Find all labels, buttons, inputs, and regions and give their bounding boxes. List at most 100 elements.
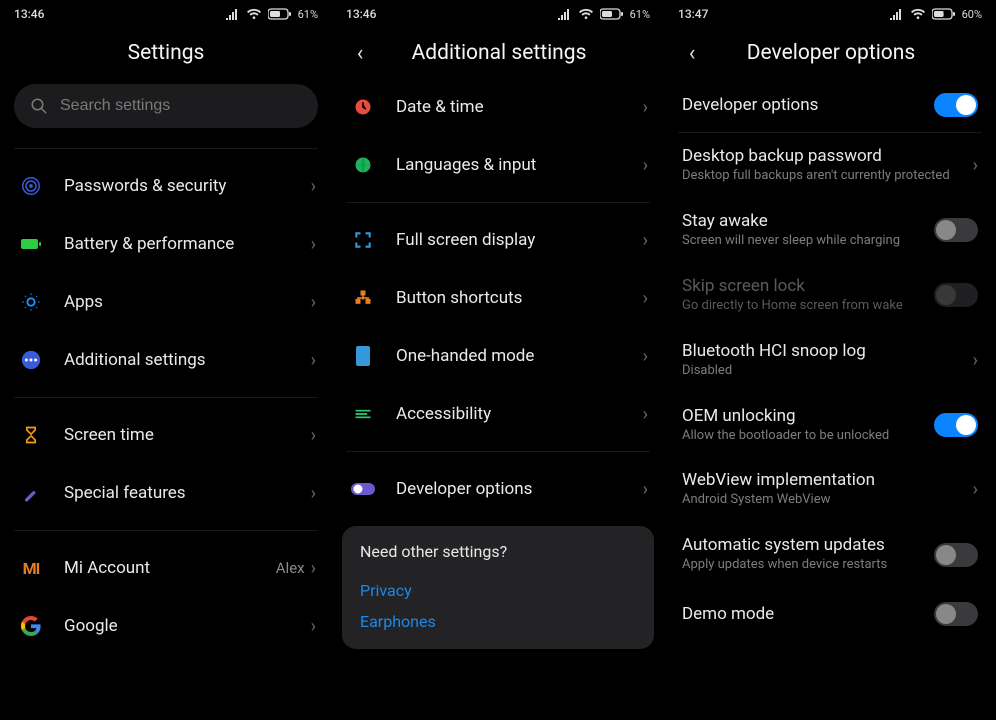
- item-stay-awake[interactable]: Stay awake Screen will never sleep while…: [664, 198, 996, 263]
- need-other-settings-card: Need other settings? Privacy Earphones: [342, 526, 654, 649]
- item-label: Battery & performance: [64, 234, 311, 254]
- status-bar: 13:47 60%: [664, 0, 996, 28]
- item-label: Additional settings: [64, 350, 311, 370]
- item-screen-time[interactable]: Screen time ›: [0, 406, 332, 464]
- item-label: Passwords & security: [64, 176, 311, 196]
- item-label: WebView implementation: [682, 470, 963, 490]
- item-auto-updates[interactable]: Automatic system updates Apply updates w…: [664, 522, 996, 587]
- item-label: Demo mode: [682, 604, 924, 624]
- item-demo-mode[interactable]: Demo mode: [664, 587, 996, 641]
- battery-icon: [16, 229, 46, 259]
- item-label: Developer options: [682, 95, 924, 115]
- chevron-right-icon: ›: [311, 425, 316, 446]
- chevron-right-icon: ›: [643, 346, 648, 367]
- search-field[interactable]: [14, 84, 318, 128]
- divider: [346, 451, 650, 452]
- status-indicators: 61%: [558, 8, 650, 21]
- search-input[interactable]: [60, 97, 302, 115]
- divider: [14, 148, 318, 149]
- item-label: Google: [64, 616, 311, 636]
- item-developer-options[interactable]: Developer options ›: [332, 460, 664, 518]
- divider: [14, 530, 318, 531]
- item-oem-unlocking[interactable]: OEM unlocking Allow the bootloader to be…: [664, 393, 996, 458]
- pane-developer-options: 13:47 60% ‹ Developer options Developer …: [664, 0, 996, 720]
- page-title: Developer options: [680, 41, 982, 65]
- item-button-shortcuts[interactable]: Button shortcuts ›: [332, 269, 664, 327]
- card-link-privacy[interactable]: Privacy: [360, 575, 636, 606]
- item-label: OEM unlocking: [682, 406, 924, 426]
- shield-icon: [16, 171, 46, 201]
- item-label: Apps: [64, 292, 311, 312]
- chevron-right-icon: ›: [311, 616, 316, 637]
- settings-list: Passwords & security › Battery & perform…: [0, 140, 332, 720]
- item-full-screen-display[interactable]: Full screen display ›: [332, 211, 664, 269]
- chevron-right-icon: ›: [643, 97, 648, 118]
- chevron-right-icon: ›: [311, 483, 316, 504]
- item-apps[interactable]: Apps ›: [0, 273, 332, 331]
- status-time: 13:46: [346, 7, 376, 21]
- toggle-stay-awake[interactable]: [934, 218, 978, 242]
- more-icon: [16, 345, 46, 375]
- item-label: Accessibility: [396, 404, 643, 424]
- item-sub: Apply updates when device restarts: [682, 557, 924, 574]
- item-google[interactable]: Google ›: [0, 597, 332, 655]
- page-title: Settings: [14, 41, 318, 65]
- item-webview-impl[interactable]: WebView implementation Android System We…: [664, 457, 996, 522]
- page-title: Additional settings: [348, 41, 650, 65]
- signal-icon: [226, 8, 240, 20]
- item-sub: Disabled: [682, 363, 963, 380]
- card-link-earphones[interactable]: Earphones: [360, 606, 636, 637]
- toggle-auto-updates[interactable]: [934, 543, 978, 567]
- item-bluetooth-hci[interactable]: Bluetooth HCI snoop log Disabled ›: [664, 328, 996, 393]
- wifi-icon: [578, 8, 594, 20]
- item-desktop-backup[interactable]: Desktop backup password Desktop full bac…: [664, 133, 996, 198]
- item-passwords-security[interactable]: Passwords & security ›: [0, 157, 332, 215]
- item-skip-screen-lock: Skip screen lock Go directly to Home scr…: [664, 263, 996, 328]
- wand-icon: [16, 478, 46, 508]
- item-label: Date & time: [396, 97, 643, 117]
- status-bar: 13:46 61%: [332, 0, 664, 28]
- item-additional-settings[interactable]: Additional settings ›: [0, 331, 332, 389]
- toggle-devopts[interactable]: [934, 93, 978, 117]
- pane-header: ‹ Additional settings: [332, 28, 664, 78]
- item-label: One-handed mode: [396, 346, 643, 366]
- devopts-list: Developer options Desktop backup passwor…: [664, 78, 996, 720]
- item-languages-input[interactable]: Languages & input ›: [332, 136, 664, 194]
- chevron-right-icon: ›: [643, 230, 648, 251]
- chevron-right-icon: ›: [973, 479, 978, 500]
- chevron-right-icon: ›: [643, 288, 648, 309]
- battery-icon: [268, 8, 292, 20]
- item-label: Stay awake: [682, 211, 924, 231]
- globe-icon: [348, 150, 378, 180]
- item-sub: Android System WebView: [682, 492, 963, 509]
- item-accessibility[interactable]: Accessibility ›: [332, 385, 664, 443]
- status-time: 13:46: [14, 7, 44, 21]
- chevron-right-icon: ›: [311, 350, 316, 371]
- chevron-right-icon: ›: [311, 176, 316, 197]
- item-one-handed-mode[interactable]: One-handed mode ›: [332, 327, 664, 385]
- status-time: 13:47: [678, 7, 708, 21]
- item-date-time[interactable]: Date & time ›: [332, 78, 664, 136]
- item-label: Mi Account: [64, 558, 276, 578]
- item-sub: Allow the bootloader to be unlocked: [682, 428, 924, 445]
- wifi-icon: [246, 8, 262, 20]
- item-special-features[interactable]: Special features ›: [0, 464, 332, 522]
- divider: [346, 202, 650, 203]
- toggle-icon: [348, 474, 378, 504]
- item-label: Automatic system updates: [682, 535, 924, 555]
- chevron-right-icon: ›: [643, 479, 648, 500]
- chevron-right-icon: ›: [311, 292, 316, 313]
- item-devopts-toggle[interactable]: Developer options: [664, 78, 996, 132]
- item-battery-performance[interactable]: Battery & performance ›: [0, 215, 332, 273]
- toggle-demo-mode[interactable]: [934, 602, 978, 626]
- item-value: Alex: [276, 559, 305, 577]
- item-sub: Screen will never sleep while charging: [682, 233, 924, 250]
- chevron-right-icon: ›: [643, 404, 648, 425]
- wifi-icon: [910, 8, 926, 20]
- item-mi-account[interactable]: MI Mi Account Alex ›: [0, 539, 332, 597]
- battery-icon: [600, 8, 624, 20]
- toggle-oem-unlock[interactable]: [934, 413, 978, 437]
- item-label: Button shortcuts: [396, 288, 643, 308]
- pane-header: Settings: [0, 28, 332, 78]
- gear-icon: [16, 287, 46, 317]
